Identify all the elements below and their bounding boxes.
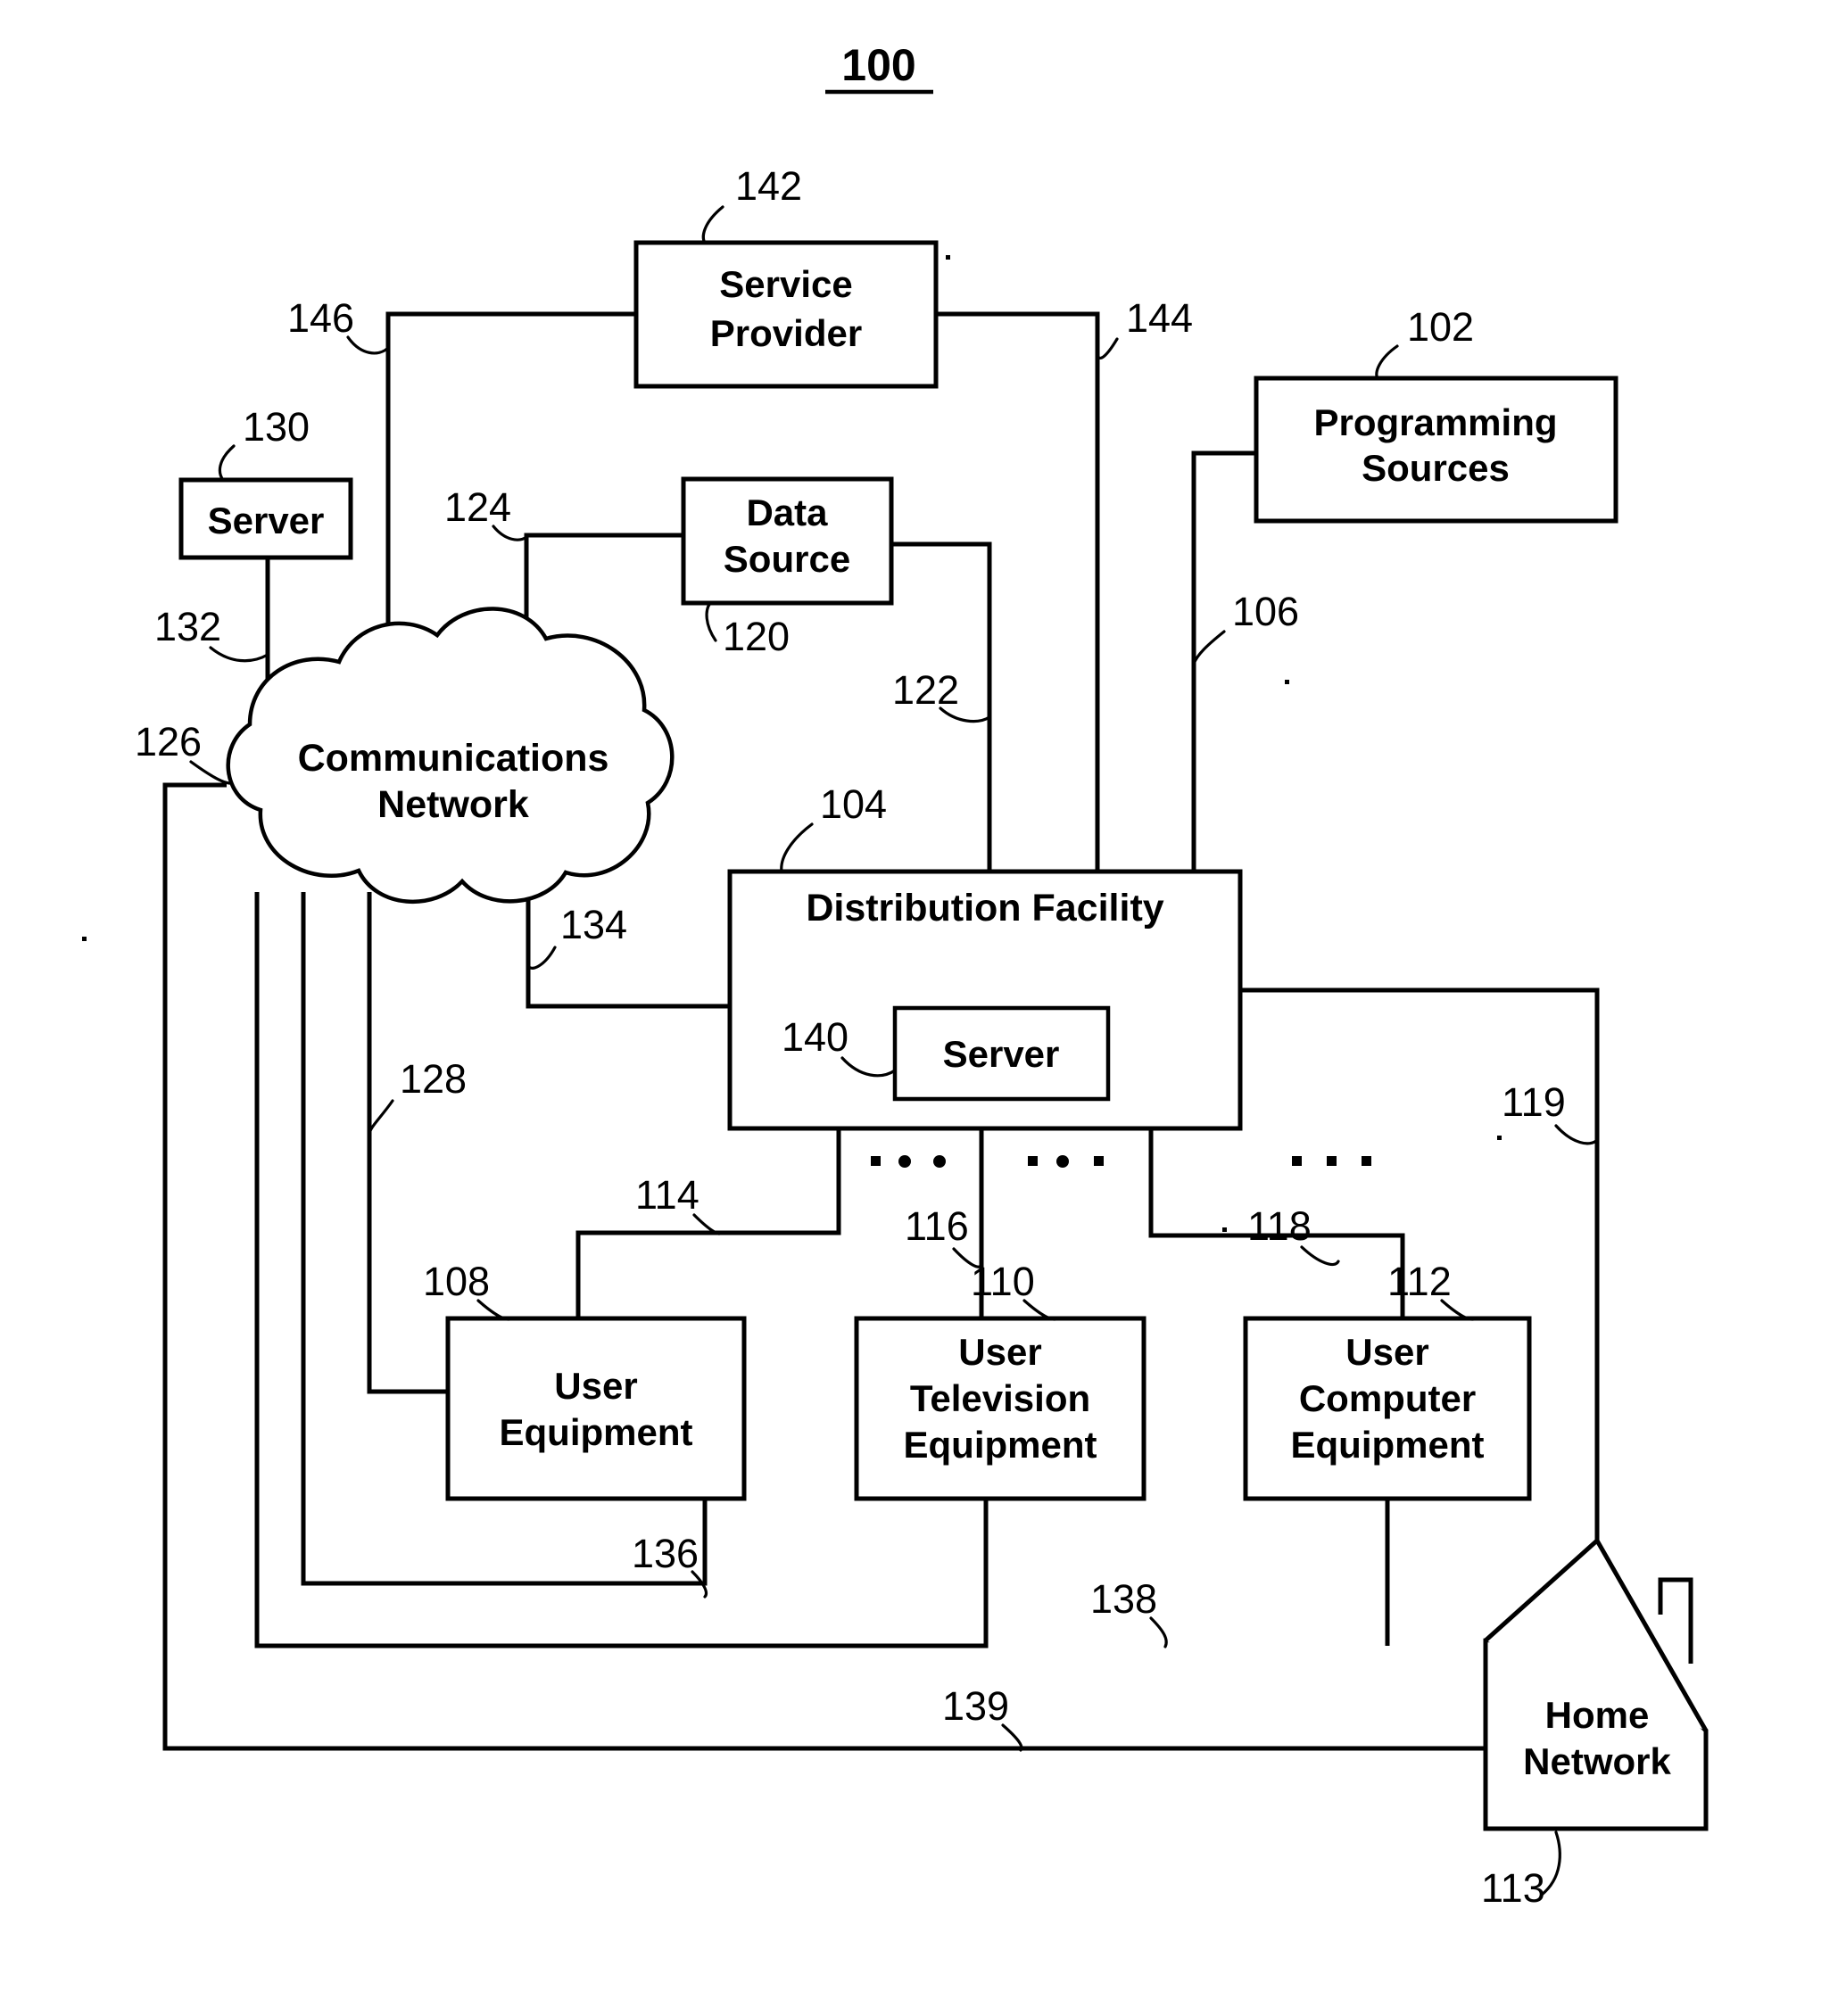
- ref-112: 112: [1387, 1259, 1452, 1304]
- scan-speck-4: [1497, 1136, 1502, 1140]
- data-source-label-line2: Source: [724, 538, 850, 580]
- wire-106-programming-sources-to-distribution-facility: [1191, 450, 1256, 872]
- scan-speck-3: [1285, 680, 1289, 684]
- user-television-equipment-label-line3: Equipment: [904, 1424, 1097, 1466]
- ref-124: 124: [444, 484, 511, 530]
- scan-speck-2: [82, 937, 87, 941]
- house-chimney: [1658, 1577, 1693, 1664]
- ref-102: 102: [1407, 304, 1474, 350]
- ref-130: 130: [243, 404, 310, 450]
- communications-network-label-line2: Network: [377, 783, 529, 826]
- ellipsis-group-1: [871, 1155, 946, 1168]
- node-communications-network[interactable]: Communications Network: [226, 607, 675, 905]
- patent-figure-root: Service Provider Programming Sources Ser…: [0, 0, 1846, 2016]
- server-distribution-facility-label: Server: [943, 1033, 1060, 1075]
- home-network-label-line1: Home: [1545, 1694, 1650, 1736]
- user-television-equipment-label-line2: Television: [910, 1377, 1090, 1419]
- ref-144: 144: [1126, 295, 1193, 341]
- ref-108: 108: [423, 1259, 490, 1304]
- ref-132: 132: [154, 604, 221, 649]
- data-source-label-line1: Data: [746, 492, 828, 533]
- programming-sources-label-line2: Sources: [1362, 447, 1510, 489]
- ref-128: 128: [400, 1056, 467, 1102]
- ref-110: 110: [971, 1259, 1035, 1304]
- user-equipment-label-line1: User: [554, 1365, 637, 1407]
- ref-116: 116: [905, 1203, 969, 1249]
- home-network-label-line2: Network: [1523, 1740, 1671, 1782]
- system-block-diagram: Service Provider Programming Sources Ser…: [82, 40, 1709, 1911]
- ellipsis-group-2: [1028, 1155, 1104, 1168]
- ref-106: 106: [1232, 589, 1299, 634]
- scan-speck-5: [1222, 1227, 1227, 1232]
- leader-104: [780, 822, 814, 873]
- ref-134: 134: [560, 902, 627, 947]
- node-distribution-facility[interactable]: Distribution Facility Server: [727, 869, 1243, 1131]
- leader-142: [701, 205, 724, 244]
- leader-118: [1300, 1245, 1340, 1267]
- leader-119: [1554, 1124, 1599, 1145]
- service-provider-label-line2: Provider: [710, 312, 862, 354]
- ref-113: 113: [1481, 1865, 1545, 1911]
- ref-114: 114: [635, 1172, 699, 1218]
- user-computer-equipment-label-line1: User: [1345, 1331, 1428, 1373]
- ref-140: 140: [782, 1014, 848, 1060]
- user-equipment-box: [445, 1316, 747, 1501]
- user-computer-equipment-label-line3: Equipment: [1291, 1424, 1485, 1466]
- leader-126: [189, 760, 232, 785]
- programming-sources-label-line1: Programming: [1313, 401, 1557, 443]
- communications-network-label-line1: Communications: [298, 737, 609, 780]
- ref-118: 118: [1247, 1203, 1312, 1249]
- server-left-label: Server: [208, 500, 325, 541]
- node-user-equipment[interactable]: User Equipment: [445, 1316, 747, 1501]
- service-provider-label-line1: Service: [719, 263, 852, 305]
- ref-120: 120: [723, 614, 790, 659]
- user-television-equipment-label-line1: User: [958, 1331, 1041, 1373]
- ref-146: 146: [287, 295, 354, 341]
- wire-134-communications-network-to-distribution-facility: [526, 897, 730, 1009]
- node-user-computer-equipment[interactable]: User Computer Equipment: [1243, 1316, 1532, 1501]
- leader-128: [368, 1099, 394, 1136]
- user-computer-equipment-label-line2: Computer: [1299, 1377, 1476, 1419]
- wire-144-service-provider-to-distribution-facility: [936, 311, 1100, 872]
- leader-138: [1149, 1616, 1168, 1648]
- scan-speck-1: [946, 255, 950, 260]
- ref-119: 119: [1502, 1079, 1566, 1125]
- ref-138: 138: [1090, 1576, 1157, 1622]
- node-home-network[interactable]: Home Network: [1483, 1537, 1709, 1831]
- leader-130: [218, 444, 236, 482]
- ref-122: 122: [892, 667, 959, 713]
- distribution-facility-label: Distribution Facility: [806, 887, 1163, 930]
- node-user-television-equipment[interactable]: User Television Equipment: [854, 1316, 1147, 1501]
- leader-120: [705, 601, 717, 642]
- ellipsis-group-3: [1292, 1156, 1371, 1166]
- leader-102: [1375, 344, 1399, 380]
- leader-144: [1096, 337, 1119, 359]
- figure-title: 100: [841, 40, 915, 90]
- leader-106: [1192, 630, 1226, 665]
- node-service-provider[interactable]: Service Provider: [633, 240, 939, 389]
- ref-136: 136: [632, 1531, 699, 1576]
- node-programming-sources[interactable]: Programming Sources: [1254, 376, 1618, 524]
- ref-142: 142: [735, 163, 802, 209]
- wire-128-communications-network-to-user-equipment: [367, 892, 448, 1394]
- user-equipment-label-line2: Equipment: [500, 1411, 693, 1453]
- node-server-left[interactable]: Server: [178, 477, 353, 560]
- leader-134: [526, 946, 557, 970]
- ref-139: 139: [942, 1683, 1009, 1729]
- node-data-source[interactable]: Data Source: [681, 476, 894, 606]
- ref-126: 126: [135, 719, 202, 764]
- ref-104: 104: [820, 781, 887, 827]
- leader-132: [209, 646, 269, 663]
- wire-114-distribution-facility-to-user-equipment: [575, 1128, 841, 1318]
